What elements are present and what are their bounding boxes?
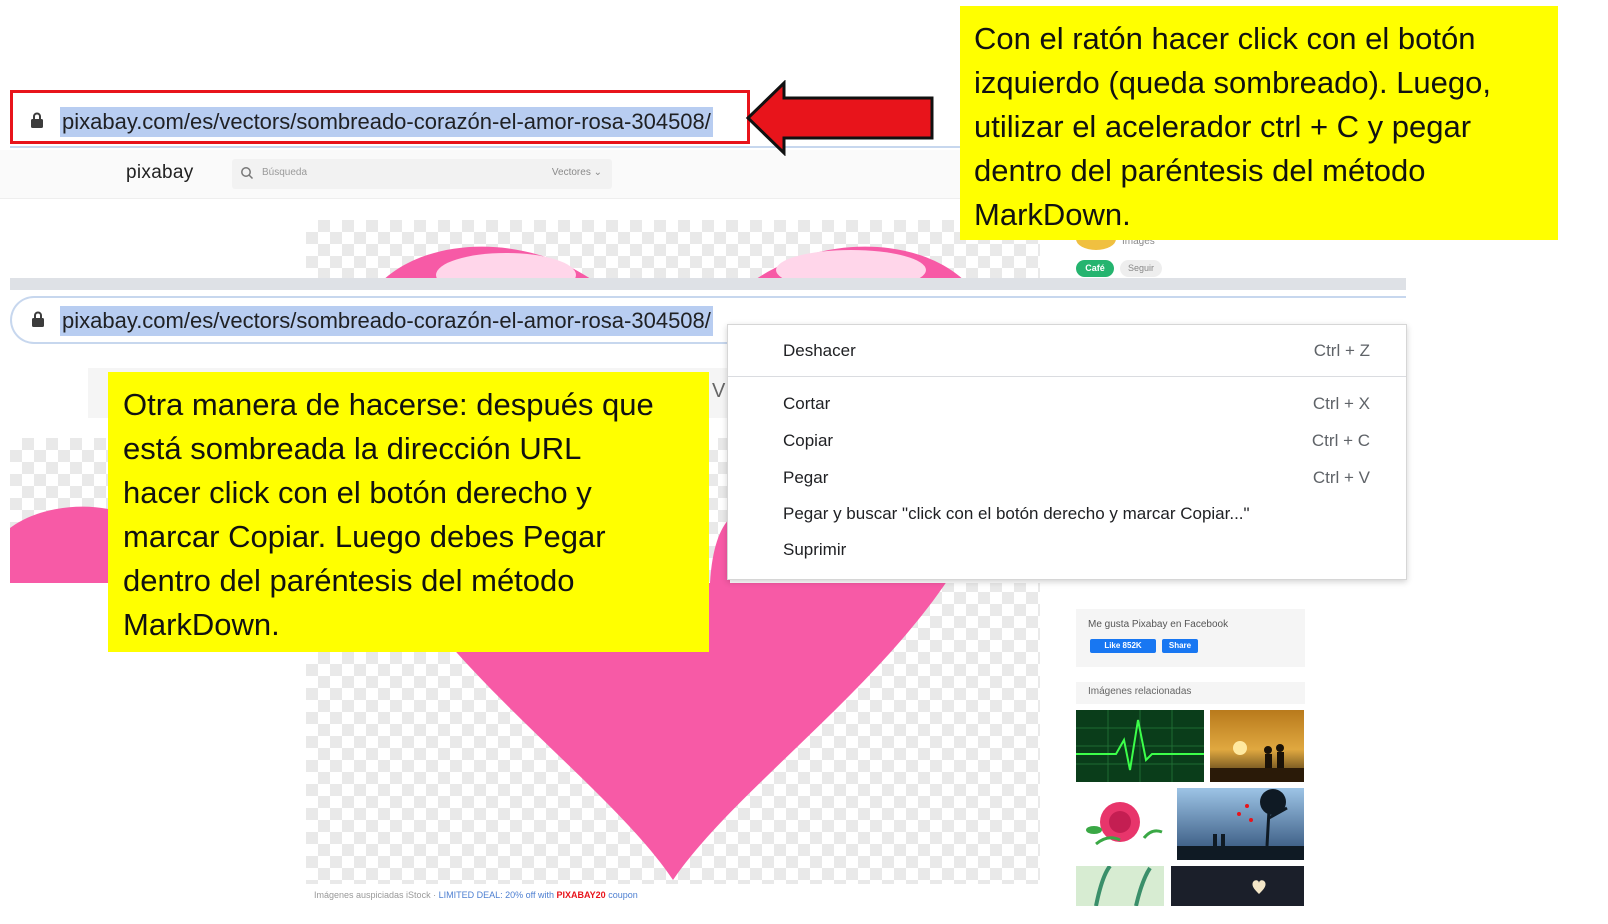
lock-icon: [30, 310, 46, 327]
callout-line: Otra manera de hacerse: después que: [123, 387, 654, 422]
related-thumb-tree-hearts[interactable]: [1177, 788, 1304, 860]
callout-line: hacer click con el botón derecho y: [123, 475, 592, 510]
facebook-like-button[interactable]: Like 852K: [1090, 639, 1156, 653]
callout-line: izquierdo (queda sombreado). Luego,: [974, 65, 1492, 100]
url-text-selected-2[interactable]: pixabay.com/es/vectors/sombreado-corazón…: [60, 306, 713, 336]
chevron-down-icon: ⌄: [593, 167, 602, 178]
search-icon: [240, 166, 254, 185]
menu-item-label: Cortar: [783, 394, 831, 413]
sponsor-coupon-code[interactable]: PIXABAY20: [556, 890, 605, 900]
menu-item-copy[interactable]: Copiar Ctrl + C: [728, 423, 1406, 457]
menu-item-label: Suprimir: [783, 540, 847, 559]
callout-line: dentro del paréntesis del método: [974, 153, 1426, 188]
red-arrow-left-icon: [745, 80, 934, 156]
search-type-fragment: V: [712, 380, 726, 402]
menu-item-paste[interactable]: Pegar Ctrl + V: [728, 460, 1406, 494]
callout-line: dentro del paréntesis del método: [123, 563, 575, 598]
url-text-selected[interactable]: pixabay.com/es/vectors/sombreado-corazón…: [60, 107, 713, 137]
menu-item-label: Deshacer: [783, 341, 856, 360]
context-menu: Deshacer Ctrl + Z Cortar Ctrl + X Copiar…: [727, 324, 1407, 580]
menu-item-undo[interactable]: Deshacer Ctrl + Z: [728, 333, 1406, 367]
related-thumb-night-heart[interactable]: [1171, 866, 1304, 906]
menu-item-label: Copiar: [783, 431, 834, 450]
instruction-callout-bottom: Otra manera de hacerse: después que está…: [108, 372, 709, 652]
follow-button[interactable]: Seguir: [1120, 260, 1162, 277]
sponsor-prefix: Imágenes auspiciadas iStock ·: [314, 890, 437, 900]
instruction-callout-top: Con el ratón hacer click con el botón iz…: [960, 6, 1558, 240]
sponsor-suffix: coupon: [608, 890, 638, 900]
menu-item-label: Pegar: [783, 468, 829, 487]
pixabay-logo[interactable]: pixabay: [126, 162, 194, 184]
cafe-button[interactable]: Café: [1076, 260, 1114, 277]
callout-line: MarkDown.: [123, 607, 280, 642]
menu-item-paste-and-search[interactable]: Pegar y buscar "click con el botón derec…: [728, 496, 1406, 530]
menu-item-delete[interactable]: Suprimir: [728, 532, 1406, 566]
callout-line: está sombreada la dirección URL: [123, 431, 582, 466]
facebook-label: Me gusta Pixabay en Facebook: [1088, 619, 1229, 630]
facebook-box: Me gusta Pixabay en Facebook Like 852K S…: [1076, 609, 1305, 667]
menu-item-shortcut: Ctrl + Z: [1313, 341, 1370, 360]
menu-item-shortcut: Ctrl + C: [1311, 431, 1370, 450]
callout-line: Con el ratón hacer click con el botón: [974, 21, 1476, 56]
callout-line: MarkDown.: [974, 197, 1131, 232]
facebook-share-button[interactable]: Share: [1162, 639, 1198, 653]
menu-item-cut[interactable]: Cortar Ctrl + X: [728, 386, 1406, 420]
callout-line: marcar Copiar. Luego debes Pegar: [123, 519, 606, 554]
search-type-select[interactable]: Vectores ⌄: [552, 167, 602, 178]
sponsor-deal-link[interactable]: LIMITED DEAL: 20% off with: [439, 890, 554, 900]
address-bar-highlight-box: pixabay.com/es/vectors/sombreado-corazón…: [10, 90, 750, 144]
menu-item-shortcut: Ctrl + V: [1312, 468, 1370, 487]
pixabay-search-input[interactable]: Búsqueda Vectores ⌄: [232, 159, 612, 189]
lock-icon: [29, 111, 45, 128]
search-placeholder: Búsqueda: [262, 167, 308, 178]
menu-item-label: Pegar y buscar "click con el botón derec…: [783, 504, 1250, 523]
browser-tab-strip: [10, 278, 1406, 290]
related-images-header: Imágenes relacionadas: [1076, 682, 1305, 704]
menu-separator: [728, 376, 1406, 377]
related-thumb-rose[interactable]: [1076, 788, 1170, 860]
callout-line: utilizar el acelerador ctrl + C y pegar: [974, 109, 1472, 144]
related-thumb-heartbeat[interactable]: [1076, 710, 1204, 782]
menu-item-shortcut: Ctrl + X: [1312, 394, 1370, 413]
pixabay-header: pixabay Búsqueda Vectores ⌄: [0, 150, 1000, 199]
search-type-label: Vectores: [551, 167, 591, 178]
related-thumb-plant[interactable]: [1076, 866, 1164, 906]
related-thumb-couple-sunset[interactable]: [1210, 710, 1304, 782]
related-images-label: Imágenes relacionadas: [1088, 686, 1192, 697]
sponsor-line: Imágenes auspiciadas iStock · LIMITED DE…: [314, 890, 638, 900]
